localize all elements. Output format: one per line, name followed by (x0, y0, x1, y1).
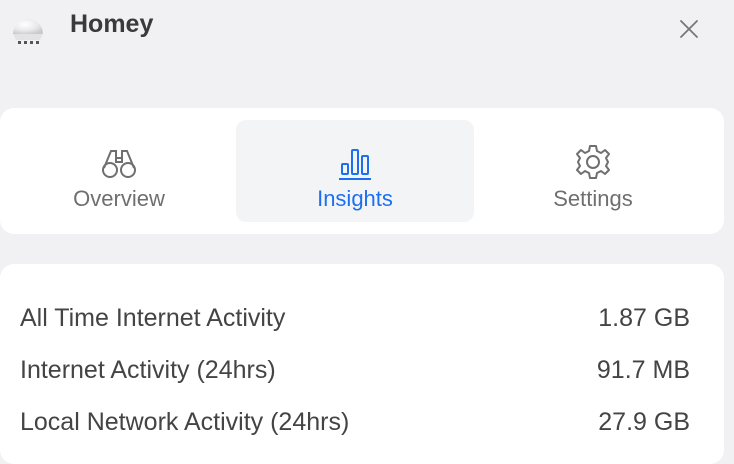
tab-settings[interactable]: Settings (474, 120, 712, 222)
stat-row: All Time Internet Activity 1.87 GB (20, 304, 690, 344)
stat-value: 27.9 GB (598, 408, 690, 436)
tab-overview[interactable]: Overview (0, 120, 238, 222)
stat-row: Internet Activity (24hrs) 91.7 MB (20, 356, 690, 396)
insights-stats-card: All Time Internet Activity 1.87 GB Inter… (0, 264, 724, 464)
stat-value: 91.7 MB (596, 356, 690, 384)
tab-insights[interactable]: Insights (236, 120, 474, 222)
page-title: Homey (70, 10, 154, 38)
gear-icon (576, 145, 610, 179)
stat-value: 1.87 GB (598, 304, 690, 332)
bar-chart-icon (339, 149, 371, 180)
tab-bar: Overview Insights Settings (0, 108, 724, 234)
tab-overview-label: Overview (73, 186, 165, 211)
stat-label: Internet Activity (24hrs) (20, 356, 276, 384)
stat-label: All Time Internet Activity (20, 304, 286, 332)
close-icon[interactable] (674, 14, 704, 44)
panel-header: Homey (0, 0, 734, 60)
tab-insights-label: Insights (317, 186, 393, 211)
binoculars-icon (102, 150, 136, 178)
homey-device-icon (13, 19, 43, 44)
stat-label: Local Network Activity (24hrs) (20, 408, 350, 436)
tab-settings-label: Settings (553, 186, 633, 211)
stat-row: Local Network Activity (24hrs) 27.9 GB (20, 408, 690, 448)
